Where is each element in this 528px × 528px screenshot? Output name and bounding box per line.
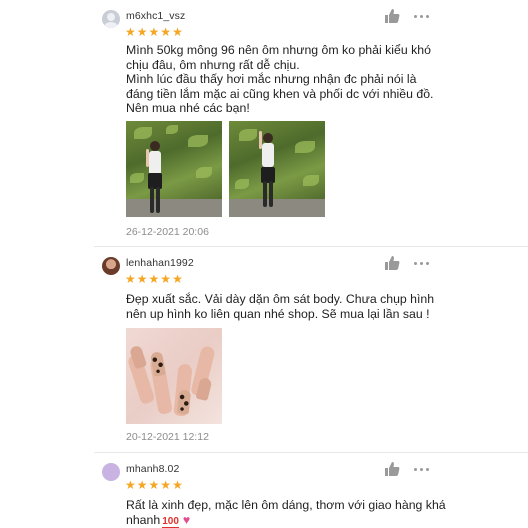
rating-stars: ★ ★ ★ ★ ★ [125, 273, 183, 285]
review-comment-line: Mình 50kg mông 96 nên ôm nhưng ôm ko phả… [126, 43, 431, 57]
thumbs-up-icon[interactable] [384, 8, 400, 24]
star-icon: ★ [148, 478, 160, 492]
rating-stars: ★ ★ ★ ★ ★ [125, 479, 183, 491]
star-icon: ★ [125, 272, 136, 286]
review-comment-line: Nên mua nhé các bạn! [126, 101, 250, 116]
star-icon: ★ [160, 478, 172, 492]
review-comment-line: chịu đâu, ôm nhưng rất dễ chịu. [126, 57, 300, 72]
star-icon: ★ [148, 25, 160, 39]
star-icon: ★ [172, 478, 183, 492]
review-comment-line: Rất là xinh đẹp, mặc lên ôm dáng, thơm v… [126, 498, 446, 512]
avatar[interactable] [102, 10, 120, 28]
more-options-icon[interactable] [414, 13, 430, 19]
avatar[interactable] [102, 257, 120, 275]
review-comment-line: nên up hình ko liên quan nhé shop. Sẽ mu… [126, 306, 430, 321]
star-icon: ★ [136, 272, 148, 286]
star-icon: ★ [148, 272, 160, 286]
star-icon: ★ [160, 272, 172, 286]
more-options-icon[interactable] [414, 260, 430, 266]
star-icon: ★ [125, 478, 136, 492]
avatar[interactable] [102, 463, 120, 481]
reviewer-username[interactable]: lenhahan1992 [126, 257, 194, 269]
thumbs-up-icon[interactable] [384, 461, 400, 477]
star-icon: ★ [125, 25, 136, 39]
review-comment-text: nhanh [126, 512, 161, 527]
star-icon: ★ [172, 25, 183, 39]
star-icon: ★ [136, 478, 148, 492]
rating-stars: ★ ★ ★ ★ ★ [125, 26, 183, 38]
review-comment-line: Đẹp xuất sắc. Vải dày dặn ôm sát body. C… [126, 292, 435, 306]
review-photo[interactable] [126, 328, 222, 424]
more-options-icon[interactable] [414, 466, 430, 472]
hundred-points-icon: 100 [162, 515, 179, 528]
review-card: mhanh8.02 ★ ★ ★ ★ ★ Rất là xinh đẹp, mặc… [0, 453, 528, 528]
review-photo[interactable] [229, 121, 325, 217]
review-comment-line: đáng tiền lắm mặc ai cũng khen và phối d… [126, 86, 434, 101]
heart-icon: ♥ [182, 512, 191, 527]
reviewer-username[interactable]: mhanh8.02 [126, 463, 179, 475]
star-icon: ★ [172, 272, 183, 286]
review-timestamp: 20-12-2021 12:12 [126, 431, 209, 443]
review-photo[interactable] [126, 121, 222, 217]
review-card: lenhahan1992 ★ ★ ★ ★ ★ Đẹp xuất sắc. Vải… [0, 247, 528, 445]
review-comment-line: Mình lúc đầu thấy hơi mắc nhưng nhận đc … [126, 72, 417, 87]
review-comment-line: nhanh 100 ♥ [126, 513, 190, 528]
thumbs-up-icon[interactable] [384, 255, 400, 271]
reviewer-username[interactable]: m6xhc1_vsz [126, 10, 185, 22]
star-icon: ★ [136, 25, 148, 39]
review-timestamp: 26-12-2021 20:06 [126, 226, 209, 238]
star-icon: ★ [160, 25, 172, 39]
review-card: m6xhc1_vsz ★ ★ ★ ★ ★ Mình 50kg mông 96 n… [0, 0, 528, 246]
